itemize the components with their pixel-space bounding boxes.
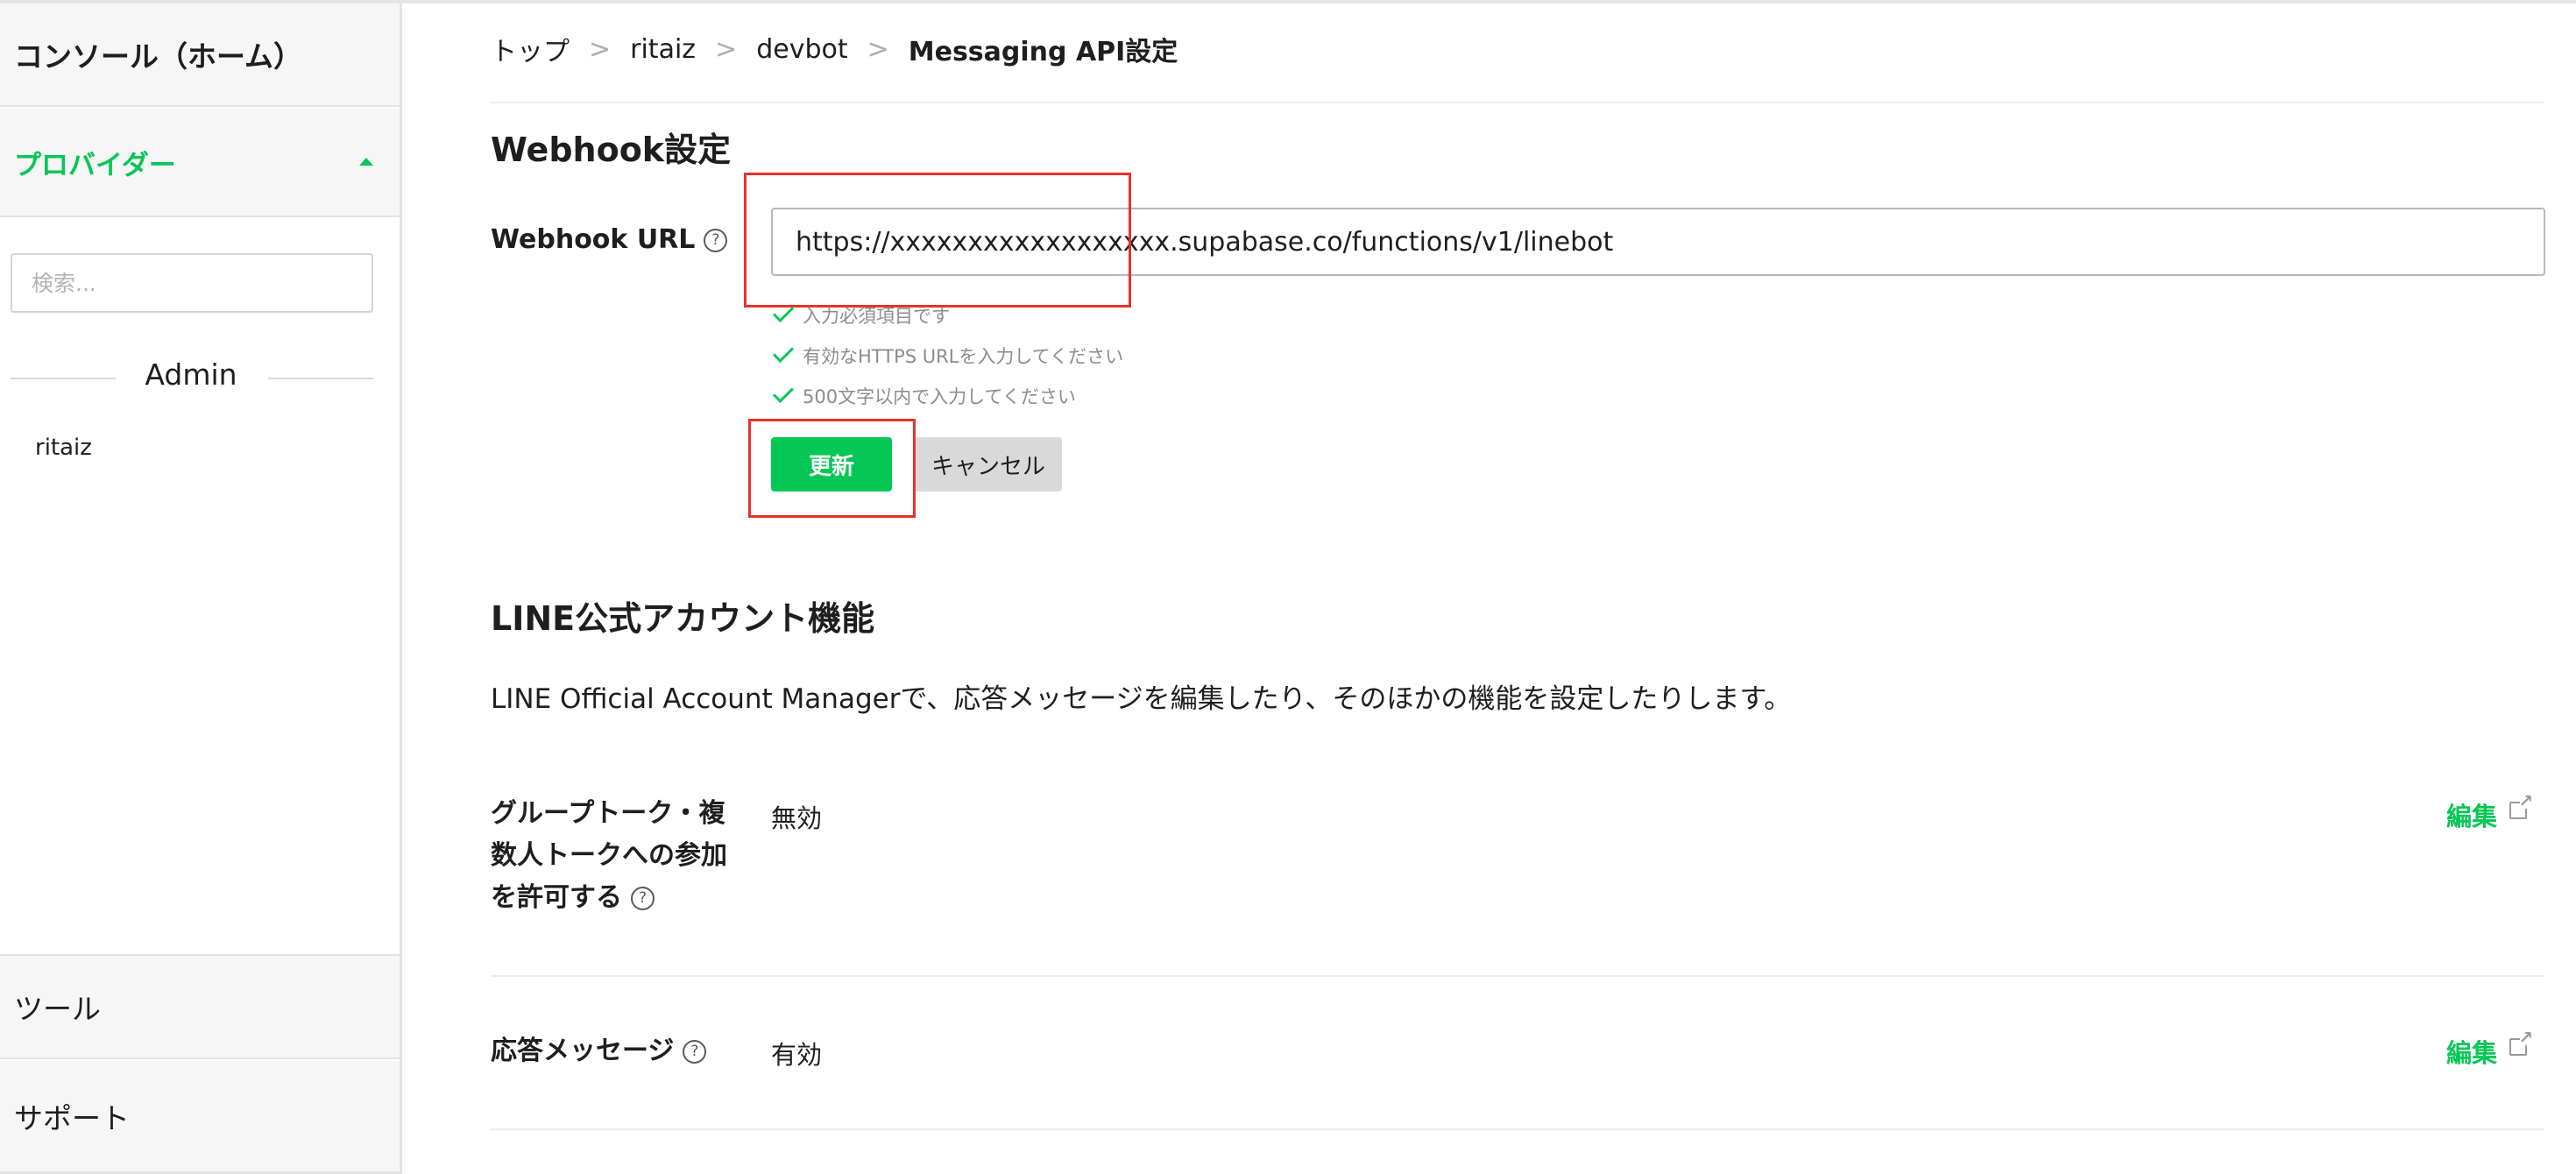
group-chat-edit-link[interactable]: 編集 bbox=[2446, 792, 2533, 833]
validation-text: 有効なHTTPS URLを入力してください bbox=[803, 346, 1124, 367]
edit-link-label: 編集 bbox=[2446, 802, 2498, 831]
check-icon bbox=[772, 341, 795, 364]
help-icon[interactable]: ? bbox=[704, 229, 728, 252]
breadcrumb-separator: > bbox=[589, 33, 612, 65]
sidebar: コンソール（ホーム） プロバイダー Admin ritaiz ツール サポート bbox=[0, 4, 402, 1174]
validation-text: 500文字以内で入力してください bbox=[803, 386, 1076, 407]
oa-features-description: LINE Official Account Managerで、応答メッセージを編… bbox=[491, 683, 1792, 715]
main-content: トップ > ritaiz > devbot > Messaging API設定 … bbox=[402, 0, 2576, 1174]
highlight-box-url bbox=[744, 173, 1131, 308]
field-label-line: 数人トークへの参加 bbox=[491, 840, 727, 871]
breadcrumb-separator: > bbox=[867, 33, 889, 65]
sidebar-item-label: ツール bbox=[14, 992, 101, 1026]
divider bbox=[491, 975, 2544, 977]
auto-reply-setting-label: 応答メッセージ? bbox=[491, 1030, 707, 1072]
edit-link-label: 編集 bbox=[2446, 1038, 2498, 1068]
breadcrumb-item-channel[interactable]: devbot bbox=[756, 34, 847, 65]
webhook-section-title: Webhook設定 bbox=[491, 131, 732, 169]
webhook-url-label: Webhook URL? bbox=[491, 219, 728, 261]
sidebar-item-tools[interactable]: ツール bbox=[0, 954, 400, 1059]
field-label-line: を許可する? bbox=[491, 877, 727, 919]
divider bbox=[491, 1128, 2544, 1130]
breadcrumb-separator: > bbox=[715, 33, 738, 65]
sidebar-section-providers[interactable]: プロバイダー bbox=[0, 109, 400, 217]
check-icon bbox=[772, 381, 795, 404]
field-label-text: Webhook URL bbox=[491, 224, 696, 255]
sidebar-item-label: コンソール（ホーム） bbox=[14, 39, 303, 74]
external-link-icon bbox=[2509, 792, 2533, 819]
field-label-text: 応答メッセージ bbox=[491, 1036, 675, 1066]
help-icon[interactable]: ? bbox=[683, 1040, 707, 1064]
field-label-line: グループトーク・複 bbox=[491, 798, 725, 829]
breadcrumb: トップ > ritaiz > devbot > Messaging API設定 bbox=[491, 30, 1178, 68]
validation-https: 有効なHTTPS URLを入力してください bbox=[771, 341, 1124, 369]
auto-reply-edit-link[interactable]: 編集 bbox=[2446, 1029, 2533, 1070]
provider-search-input[interactable] bbox=[11, 253, 373, 313]
sidebar-section-label: プロバイダー bbox=[14, 149, 176, 181]
check-icon bbox=[772, 301, 795, 323]
help-icon[interactable]: ? bbox=[631, 887, 655, 910]
field-label-text: を許可する bbox=[491, 882, 622, 913]
validation-text: 入力必須項目です bbox=[803, 306, 950, 327]
caret-up-icon[interactable] bbox=[359, 158, 373, 166]
validation-required: 入力必須項目です bbox=[771, 301, 950, 329]
divider bbox=[11, 378, 116, 379]
group-chat-setting-label: グループトーク・複 数人トークへの参加 を許可する? bbox=[491, 793, 727, 919]
highlight-box-update bbox=[748, 419, 916, 518]
admin-heading: Admin bbox=[145, 357, 237, 392]
sidebar-item-provider-ritaiz[interactable]: ritaiz bbox=[35, 435, 92, 461]
divider bbox=[268, 378, 373, 379]
sidebar-item-support[interactable]: サポート bbox=[0, 1061, 400, 1174]
breadcrumb-item-top[interactable]: トップ bbox=[491, 30, 570, 68]
validation-length: 500文字以内で入力してください bbox=[771, 381, 1076, 409]
external-link-icon bbox=[2509, 1029, 2533, 1056]
sidebar-item-console-home[interactable]: コンソール（ホーム） bbox=[0, 4, 400, 107]
breadcrumb-item-current: Messaging API設定 bbox=[908, 37, 1178, 67]
divider bbox=[491, 102, 2544, 103]
cancel-button[interactable]: キャンセル bbox=[915, 437, 1062, 492]
group-chat-setting-value: 無効 bbox=[771, 803, 823, 833]
sidebar-item-label: サポート bbox=[14, 1101, 130, 1135]
breadcrumb-item-provider[interactable]: ritaiz bbox=[630, 34, 696, 65]
oa-features-section-title: LINE公式アカウント機能 bbox=[491, 599, 875, 638]
auto-reply-setting-value: 有効 bbox=[771, 1040, 823, 1070]
